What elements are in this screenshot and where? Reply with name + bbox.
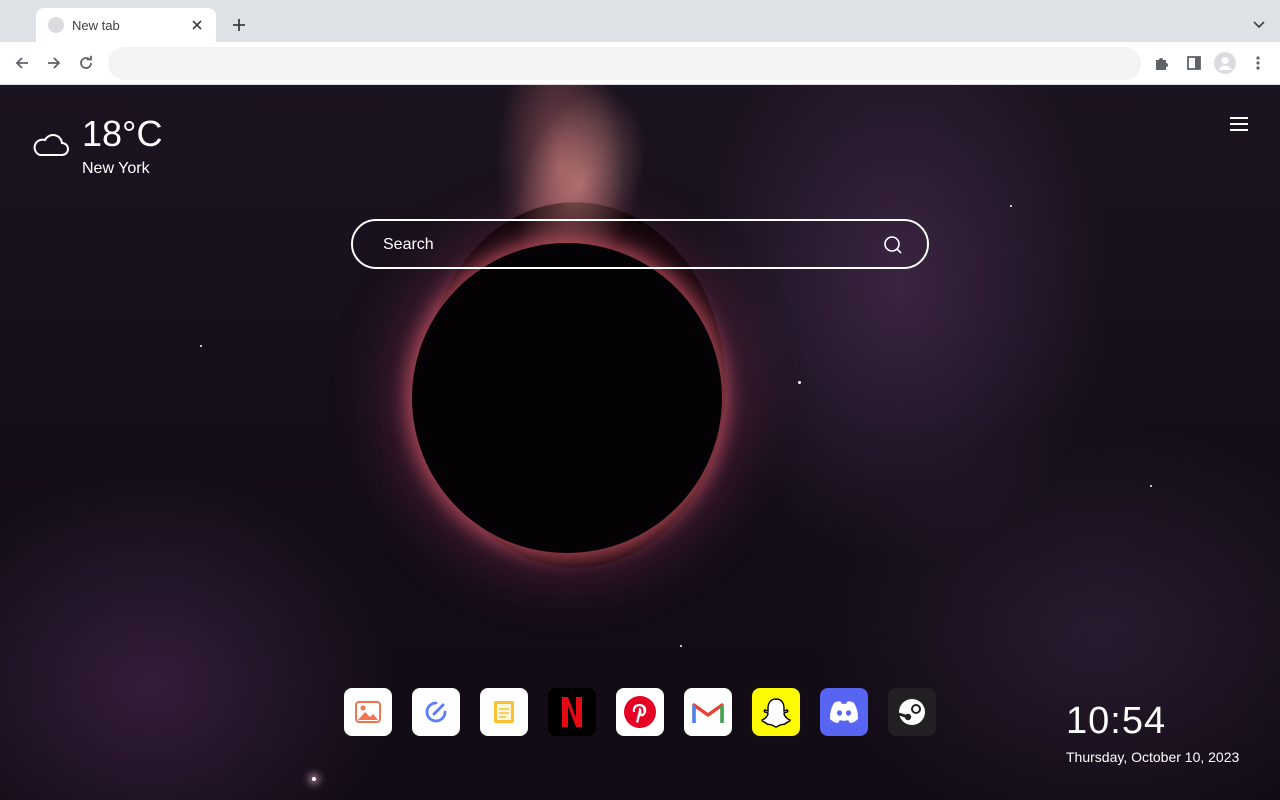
search-input[interactable] — [383, 234, 863, 256]
notes-icon — [494, 701, 514, 723]
pinterest-icon — [624, 696, 656, 728]
weather-city: New York — [82, 160, 150, 177]
reload-icon — [80, 55, 92, 69]
netflix-app-icon[interactable] — [548, 688, 596, 736]
star — [1010, 205, 1012, 207]
star — [680, 645, 682, 647]
star — [200, 345, 202, 347]
steam-icon — [898, 699, 925, 725]
close-icon — [192, 20, 202, 30]
search-icon[interactable] — [883, 235, 903, 255]
back-icon — [15, 57, 28, 69]
profile-icon — [1214, 52, 1236, 74]
clock-time: 10:54 — [1066, 700, 1167, 742]
snapchat-icon — [761, 698, 791, 728]
netflix-icon — [562, 697, 582, 727]
search-box[interactable] — [351, 219, 929, 269]
notes-app-icon[interactable] — [480, 688, 528, 736]
extensions-button[interactable] — [1148, 49, 1176, 77]
new-tab-button[interactable] — [226, 12, 252, 38]
tab-search-button[interactable] — [1246, 12, 1272, 38]
star — [1150, 485, 1152, 487]
favicon-icon — [48, 17, 64, 33]
cloud-icon — [33, 134, 69, 156]
chevron-down-icon — [1253, 21, 1265, 29]
tab-strip: New tab — [0, 0, 1280, 42]
discord-app-icon[interactable] — [820, 688, 868, 736]
menu-line — [1230, 129, 1248, 131]
pinterest-app-icon[interactable] — [616, 688, 664, 736]
pencil-icon — [425, 701, 447, 723]
weather-temperature: 18°C — [82, 113, 163, 154]
plus-icon — [233, 19, 245, 31]
clock-date: Thursday, October 10, 2023 — [1066, 749, 1240, 765]
photos-app-icon[interactable] — [344, 688, 392, 736]
pencil-app-icon[interactable] — [412, 688, 460, 736]
more-icon — [1256, 56, 1260, 70]
side-panel-button[interactable] — [1180, 49, 1208, 77]
photos-icon — [355, 701, 381, 723]
browser-toolbar — [0, 42, 1280, 85]
star — [312, 777, 316, 781]
side-panel-icon — [1187, 56, 1201, 70]
reload-button[interactable] — [72, 49, 100, 77]
tab-new-tab[interactable]: New tab — [36, 8, 216, 42]
back-button[interactable] — [8, 49, 36, 77]
clock-widget: 10:54 Thursday, October 10, 2023 — [1066, 700, 1239, 765]
menu-line — [1230, 123, 1248, 125]
app-dock — [344, 688, 936, 736]
forward-icon — [48, 57, 61, 69]
extensions-icon — [1156, 58, 1168, 70]
steam-app-icon[interactable] — [888, 688, 936, 736]
gmail-app-icon[interactable] — [684, 688, 732, 736]
close-tab-button[interactable] — [188, 16, 206, 34]
menu-line — [1230, 117, 1248, 119]
profile-button[interactable] — [1211, 49, 1239, 77]
forward-button[interactable] — [40, 49, 68, 77]
snapchat-app-icon[interactable] — [752, 688, 800, 736]
star — [798, 381, 801, 384]
black-hole-image — [412, 243, 722, 553]
discord-icon — [830, 701, 858, 723]
hamburger-menu-button[interactable] — [1230, 117, 1248, 131]
tab-title: New tab — [72, 17, 120, 33]
new-tab-page: 18°C New York Search 10:54 Thursday, Oct… — [0, 85, 1280, 800]
more-menu-button[interactable] — [1244, 49, 1272, 77]
address-bar[interactable] — [108, 47, 1141, 80]
gmail-icon — [692, 701, 724, 723]
